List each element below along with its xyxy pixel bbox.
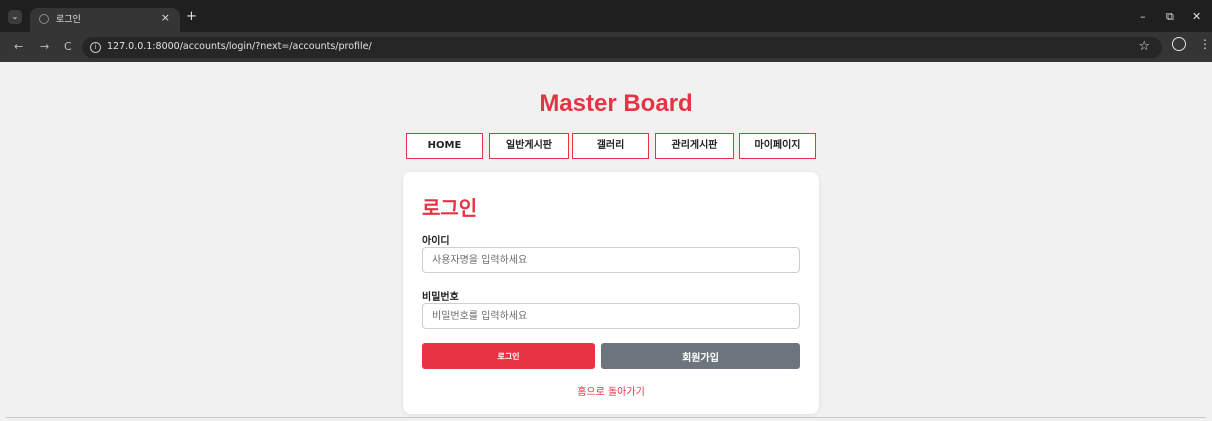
site-favicon (39, 14, 49, 24)
address-bar[interactable]: i 127.0.0.1:8000/accounts/login/?next=/a… (82, 37, 1162, 58)
star-icon[interactable]: ☆ (1138, 39, 1150, 54)
url-text[interactable]: 127.0.0.1:8000/accounts/login/?next=/acc… (107, 41, 372, 52)
nav-general-board[interactable]: 일반게시판 (489, 133, 569, 159)
nav-home[interactable]: HOME (406, 133, 483, 159)
tab-list-icon[interactable]: ⌄ (8, 10, 22, 24)
password-label: 비밀번호 (422, 292, 459, 303)
username-label: 아이디 (422, 236, 450, 247)
site-info-icon[interactable]: i (90, 42, 101, 53)
close-icon[interactable]: × (161, 11, 170, 24)
nav-gallery[interactable]: 갤러리 (572, 133, 649, 159)
forward-arrow-icon[interactable]: → (40, 40, 49, 53)
signup-button[interactable]: 회원가입 (601, 343, 800, 369)
page-content: Master Board HOME 일반게시판 갤러리 관리게시판 마이페이지 … (6, 62, 1206, 418)
back-arrow-icon[interactable]: ← (14, 40, 23, 53)
tab-title: 로그인 (56, 15, 81, 25)
nav-mypage[interactable]: 마이페이지 (739, 133, 816, 159)
browser-tab-bar: ⌄ 로그인 × + – ⧉ ✕ (0, 0, 1212, 32)
login-button[interactable]: 로그인 (422, 343, 595, 369)
login-card: 로그인 아이디 비밀번호 로그인 회원가입 홈으로 돌아가기 (403, 172, 819, 414)
profile-icon[interactable] (1172, 37, 1186, 51)
browser-tab[interactable]: 로그인 × (30, 8, 180, 32)
minimize-icon[interactable]: – (1140, 10, 1146, 23)
window-close-icon[interactable]: ✕ (1192, 10, 1201, 23)
plus-icon[interactable]: + (186, 9, 197, 24)
password-input[interactable] (422, 303, 800, 329)
back-home-link[interactable]: 홈으로 돌아가기 (403, 383, 819, 398)
restore-icon[interactable]: ⧉ (1166, 10, 1174, 24)
username-input[interactable] (422, 247, 800, 273)
reload-icon[interactable]: C (64, 40, 72, 53)
kebab-menu-icon[interactable]: ⋮ (1199, 38, 1211, 50)
login-heading: 로그인 (422, 196, 478, 220)
nav-admin-board[interactable]: 관리게시판 (655, 133, 734, 159)
browser-toolbar: ← → C i 127.0.0.1:8000/accounts/login/?n… (0, 32, 1212, 62)
site-title: Master Board (539, 90, 693, 117)
